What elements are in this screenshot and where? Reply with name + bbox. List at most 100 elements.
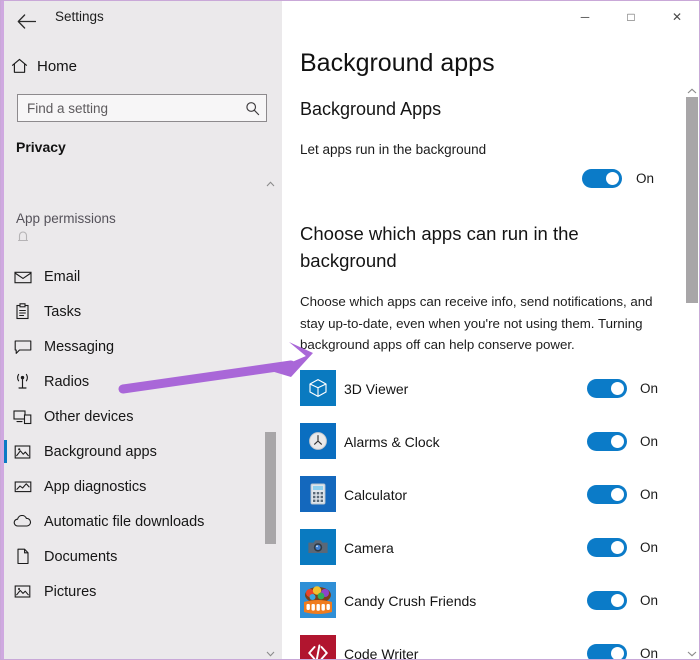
toggle-track bbox=[587, 432, 627, 451]
sidebar-item-documents[interactable]: Documents bbox=[1, 539, 266, 574]
sidebar-item-label: App diagnostics bbox=[44, 478, 147, 495]
minimize-button[interactable]: ─ bbox=[562, 1, 608, 33]
sidebar-nav-list: Email Tasks Messaging Radios Other devic… bbox=[1, 259, 266, 609]
toggle-knob bbox=[606, 172, 619, 185]
toggle-knob bbox=[611, 435, 624, 448]
sidebar-item-label: Background apps bbox=[44, 443, 157, 460]
app-toggle[interactable]: On bbox=[587, 591, 658, 610]
sidebar-item-home[interactable]: Home bbox=[1, 51, 266, 81]
chevron-up-icon[interactable] bbox=[264, 177, 277, 191]
code-icon bbox=[300, 635, 336, 659]
toggle-state-label: On bbox=[640, 487, 659, 502]
diagnostics-icon bbox=[1, 479, 44, 494]
privacy-category-heading: Privacy bbox=[16, 139, 66, 155]
sidebar-item-label: Radios bbox=[44, 373, 90, 390]
antenna-icon bbox=[1, 373, 44, 390]
camera-icon bbox=[300, 529, 336, 565]
sidebar-item-pictures[interactable]: Pictures bbox=[1, 574, 266, 609]
sidebar-item-label: Other devices bbox=[44, 408, 134, 425]
app-toggle[interactable]: On bbox=[587, 379, 658, 398]
home-label: Home bbox=[37, 57, 78, 75]
app-name: Code Writer bbox=[344, 645, 419, 660]
search-input[interactable] bbox=[18, 100, 238, 116]
toggle-state-label: On bbox=[640, 593, 659, 608]
clock-icon bbox=[300, 423, 336, 459]
picture-icon bbox=[1, 444, 44, 460]
sidebar-titlebar: Settings bbox=[1, 1, 282, 41]
app-name: Camera bbox=[344, 539, 394, 556]
sidebar-item-app-diagnostics[interactable]: App diagnostics bbox=[1, 469, 266, 504]
app-row[interactable]: 3D Viewer On bbox=[282, 362, 699, 415]
bell-icon bbox=[1, 229, 44, 244]
toggle-state-label: On bbox=[640, 646, 659, 660]
content-scrollbar-thumb[interactable] bbox=[686, 97, 698, 303]
app-list: 3D Viewer On Alarms & Clock On Calculato… bbox=[282, 362, 699, 660]
sidebar-item-messaging[interactable]: Messaging bbox=[1, 329, 266, 364]
app-row[interactable]: Candy Crush Friends On bbox=[282, 574, 699, 627]
chevron-down-icon[interactable] bbox=[685, 646, 699, 659]
toggle-knob bbox=[611, 382, 624, 395]
close-button[interactable]: ✕ bbox=[654, 1, 699, 33]
app-name: Alarms & Clock bbox=[344, 433, 440, 450]
toggle-state-label: On bbox=[640, 434, 659, 449]
sidebar-item-tasks[interactable]: Tasks bbox=[1, 294, 266, 329]
sidebar-item-label: Tasks bbox=[44, 303, 82, 320]
app-toggle[interactable]: On bbox=[587, 485, 658, 504]
clipped-nav-item[interactable]: Notifications bbox=[1, 229, 266, 245]
cube-icon bbox=[300, 370, 336, 406]
content-scrollbar[interactable] bbox=[685, 83, 699, 659]
sidebar-item-label: Messaging bbox=[44, 338, 115, 355]
devices-icon bbox=[1, 409, 44, 425]
app-name: Candy Crush Friends bbox=[344, 592, 477, 609]
choose-apps-description: Choose which apps can receive info, send… bbox=[300, 294, 653, 352]
photo-icon bbox=[1, 584, 44, 599]
page-title: Background apps bbox=[300, 49, 495, 77]
toggle-state-label: On bbox=[640, 540, 659, 555]
app-toggle[interactable]: On bbox=[587, 432, 658, 451]
app-name: 3D Viewer bbox=[344, 380, 409, 397]
candy-icon bbox=[300, 582, 336, 618]
home-icon bbox=[1, 58, 37, 74]
sidebar-item-background-apps[interactable]: Background apps bbox=[1, 434, 266, 469]
app-row[interactable]: Camera On bbox=[282, 521, 699, 574]
master-toggle-label: Let apps run in the background bbox=[300, 142, 487, 157]
cloud-icon bbox=[1, 515, 44, 528]
master-toggle[interactable]: On bbox=[582, 169, 654, 188]
search-box[interactable] bbox=[17, 94, 267, 122]
app-name: Calculator bbox=[344, 486, 408, 503]
sidebar-item-email[interactable]: Email bbox=[1, 259, 266, 294]
toggle-knob bbox=[611, 488, 624, 501]
app-row[interactable]: Alarms & Clock On bbox=[282, 415, 699, 468]
app-toggle[interactable]: On bbox=[587, 538, 658, 557]
toggle-track bbox=[582, 169, 622, 188]
chevron-up-icon[interactable] bbox=[685, 83, 699, 98]
toggle-track bbox=[587, 485, 627, 504]
chat-bubble-icon bbox=[1, 339, 44, 355]
window-controls: ─ □ ✕ bbox=[562, 1, 699, 33]
sidebar-item-other-devices[interactable]: Other devices bbox=[1, 399, 266, 434]
sidebar-item-label: Automatic file downloads bbox=[44, 513, 205, 530]
toggle-knob bbox=[611, 594, 624, 607]
search-icon[interactable] bbox=[238, 101, 266, 116]
toggle-track bbox=[587, 538, 627, 557]
sidebar-item-radios[interactable]: Radios bbox=[1, 364, 266, 399]
sidebar-item-label: Email bbox=[44, 268, 81, 285]
chevron-down-icon[interactable] bbox=[264, 647, 277, 659]
sidebar-item-automatic-file-downloads[interactable]: Automatic file downloads bbox=[1, 504, 266, 539]
app-row[interactable]: Calculator On bbox=[282, 468, 699, 521]
choose-apps-heading: Choose which apps can run in the backgro… bbox=[300, 223, 579, 271]
clipboard-icon bbox=[1, 303, 44, 320]
toggle-state-label: On bbox=[640, 381, 659, 396]
app-toggle[interactable]: On bbox=[587, 644, 659, 660]
sidebar-item-label: Pictures bbox=[44, 583, 97, 600]
toggle-knob bbox=[611, 541, 624, 554]
sidebar-item-label: Documents bbox=[44, 548, 118, 565]
sidebar: Settings Home Privacy App permissions bbox=[1, 1, 282, 659]
sidebar-scrollbar-thumb[interactable] bbox=[265, 432, 276, 544]
section-title: Background Apps bbox=[300, 99, 442, 119]
app-row[interactable]: Code Writer On bbox=[282, 627, 699, 660]
maximize-button[interactable]: □ bbox=[608, 1, 654, 33]
sidebar-scrollbar[interactable] bbox=[264, 177, 277, 659]
settings-window: Settings Home Privacy App permissions bbox=[0, 0, 700, 660]
back-arrow-icon[interactable] bbox=[11, 6, 41, 36]
